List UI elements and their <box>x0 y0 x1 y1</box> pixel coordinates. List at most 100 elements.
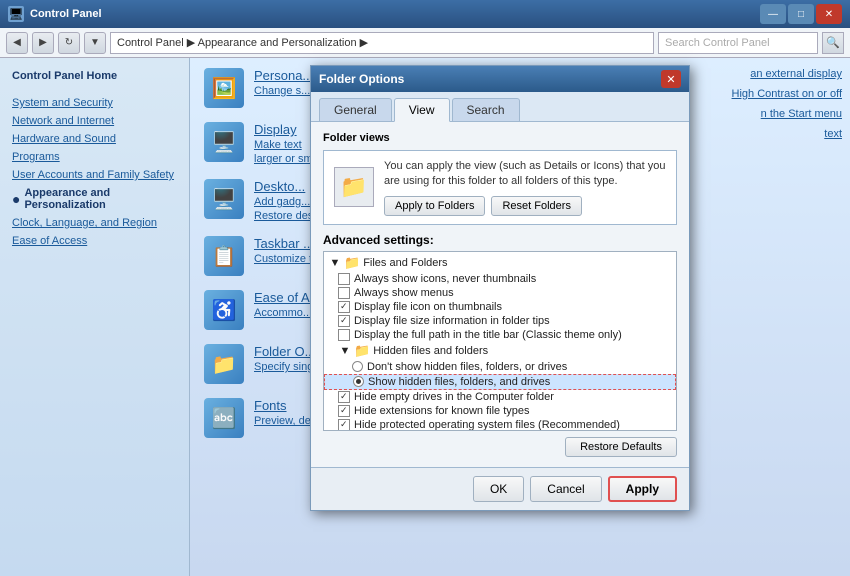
label-hide-extensions: Hide extensions for known file types <box>354 405 529 417</box>
window-controls: — □ ✕ <box>760 4 842 24</box>
right-link-desktop[interactable]: High Contrast on or off <box>732 88 842 100</box>
folder-views-description: You can apply the view (such as Details … <box>384 159 666 190</box>
fonts-icon: 🔤 <box>204 398 244 438</box>
label-file-size-info: Display file size information in folder … <box>354 315 550 327</box>
dialog-body: Folder views 📁 You can apply the view (s… <box>311 122 689 467</box>
radio-dont-show-hidden[interactable] <box>352 361 363 372</box>
tree-item-files-folders: ▼ 📁 Files and Folders <box>324 254 676 272</box>
sidebar-item-hardware-sound[interactable]: Hardware and Sound <box>0 130 189 148</box>
tree-item-dont-show-hidden: Don't show hidden files, folders, or dri… <box>324 360 676 374</box>
advanced-settings-tree[interactable]: ▼ 📁 Files and Folders Always show icons,… <box>323 251 677 431</box>
tree-item-full-path: Display the full path in the title bar (… <box>324 328 676 342</box>
tree-item-hidden-header: ▼ 📁 Hidden files and folders <box>324 342 676 360</box>
display-icon: 🖥️ <box>204 122 244 162</box>
sidebar-item-appearance-label: Appearance and Personalization <box>24 187 177 211</box>
radio-show-hidden[interactable] <box>353 376 364 387</box>
advanced-settings-label: Advanced settings: <box>323 233 677 247</box>
personalization-sub1[interactable]: Change s... <box>254 85 313 97</box>
label-full-path: Display the full path in the title bar (… <box>354 329 622 341</box>
recent-button[interactable]: ▼ <box>84 32 106 54</box>
taskbar-icon: 📋 <box>204 236 244 276</box>
back-button[interactable]: ◀ <box>6 32 28 54</box>
checkbox-file-size-info[interactable] <box>338 315 350 327</box>
folder-icon-hidden: 📁 <box>354 343 370 359</box>
main-window: 🖥 Control Panel — □ ✕ ◀ ▶ ↻ ▼ Control Pa… <box>0 0 850 576</box>
right-links: an external display High Contrast on or … <box>732 68 842 140</box>
label-hide-protected: Hide protected operating system files (R… <box>354 419 620 431</box>
checkbox-hide-protected[interactable] <box>338 419 350 431</box>
tree-item-always-icons: Always show icons, never thumbnails <box>324 272 676 286</box>
refresh-button[interactable]: ↻ <box>58 32 80 54</box>
address-path[interactable]: Control Panel ▶ Appearance and Personali… <box>110 32 654 54</box>
tree-item-show-hidden: Show hidden files, folders, and drives <box>324 374 676 390</box>
sidebar-item-user-accounts[interactable]: User Accounts and Family Safety <box>0 166 189 184</box>
search-placeholder: Search Control Panel <box>665 37 770 49</box>
right-link-display[interactable]: an external display <box>732 68 842 80</box>
personalization-icon: 🖼️ <box>204 68 244 108</box>
reset-folders-button[interactable]: Reset Folders <box>491 196 581 216</box>
personalization-title[interactable]: Persona... <box>254 68 313 83</box>
apply-to-folders-button[interactable]: Apply to Folders <box>384 196 485 216</box>
checkbox-full-path[interactable] <box>338 329 350 341</box>
address-path-text: Control Panel ▶ Appearance and Personali… <box>117 36 368 49</box>
folder-views-content: You can apply the view (such as Details … <box>384 159 666 216</box>
checkbox-file-icon-thumbnails[interactable] <box>338 301 350 313</box>
title-bar-left: 🖥 Control Panel <box>8 6 102 22</box>
checkbox-always-icons[interactable] <box>338 273 350 285</box>
tree-item-file-icon-thumbnails: Display file icon on thumbnails <box>324 300 676 314</box>
expand-hidden-icon[interactable]: ▼ <box>338 344 352 358</box>
desktop-icon: 🖥️ <box>204 179 244 219</box>
folder-options-dialog: Folder Options ✕ General View Search Fol… <box>310 65 690 511</box>
maximize-button[interactable]: □ <box>788 4 814 24</box>
search-button[interactable]: 🔍 <box>822 32 844 54</box>
window-title: Control Panel <box>30 8 102 20</box>
label-hidden-header: Hidden files and folders <box>373 345 488 357</box>
sidebar-item-system-security[interactable]: System and Security <box>0 94 189 112</box>
tab-general[interactable]: General <box>319 98 392 121</box>
sidebar-home[interactable]: Control Panel Home <box>0 66 189 86</box>
tab-search[interactable]: Search <box>452 98 520 121</box>
expand-icon[interactable]: ▼ <box>328 256 342 270</box>
checkbox-hide-empty-drives[interactable] <box>338 391 350 403</box>
checkbox-hide-extensions[interactable] <box>338 405 350 417</box>
sidebar-item-network-internet[interactable]: Network and Internet <box>0 112 189 130</box>
search-box[interactable]: Search Control Panel <box>658 32 818 54</box>
active-bullet: ● <box>12 191 20 207</box>
right-link-taskbar[interactable]: n the Start menu <box>732 108 842 120</box>
sidebar-item-ease[interactable]: Ease of Access <box>0 232 189 250</box>
tree-item-file-size-info: Display file size information in folder … <box>324 314 676 328</box>
restore-defaults-button[interactable]: Restore Defaults <box>565 437 677 457</box>
label-file-icon-thumbnails: Display file icon on thumbnails <box>354 301 502 313</box>
label-always-menus: Always show menus <box>354 287 454 299</box>
folder-views-label: Folder views <box>323 132 677 144</box>
dialog-title-bar: Folder Options ✕ <box>311 66 689 92</box>
tree-item-hide-empty-drives: Hide empty drives in the Computer folder <box>324 390 676 404</box>
tab-view[interactable]: View <box>394 98 450 122</box>
cancel-button[interactable]: Cancel <box>530 476 601 502</box>
right-link-ease[interactable]: text <box>732 128 842 140</box>
dialog-title: Folder Options <box>319 72 404 86</box>
forward-button[interactable]: ▶ <box>32 32 54 54</box>
sidebar-item-clock-language[interactable]: Clock, Language, and Region <box>0 214 189 232</box>
ok-button[interactable]: OK <box>473 476 524 502</box>
sidebar-item-appearance[interactable]: ● Appearance and Personalization <box>0 184 189 214</box>
sidebar-item-programs[interactable]: Programs <box>0 148 189 166</box>
label-show-hidden: Show hidden files, folders, and drives <box>368 376 550 388</box>
window-icon: 🖥 <box>8 6 24 22</box>
title-bar: 🖥 Control Panel — □ ✕ <box>0 0 850 28</box>
label-always-icons: Always show icons, never thumbnails <box>354 273 536 285</box>
restore-defaults-row: Restore Defaults <box>323 437 677 457</box>
close-window-button[interactable]: ✕ <box>816 4 842 24</box>
dialog-close-button[interactable]: ✕ <box>661 70 681 88</box>
checkbox-always-menus[interactable] <box>338 287 350 299</box>
address-bar: ◀ ▶ ↻ ▼ Control Panel ▶ Appearance and P… <box>0 28 850 58</box>
minimize-button[interactable]: — <box>760 4 786 24</box>
tree-label-files-folders: Files and Folders <box>363 257 447 269</box>
dialog-tabs: General View Search <box>311 92 689 122</box>
folder-views-icon: 📁 <box>334 167 374 207</box>
personalization-text: Persona... Change s... <box>254 68 313 97</box>
folder-views-box: 📁 You can apply the view (such as Detail… <box>323 150 677 225</box>
sidebar: Control Panel Home System and Security N… <box>0 58 190 576</box>
apply-button[interactable]: Apply <box>608 476 677 502</box>
label-hide-empty-drives: Hide empty drives in the Computer folder <box>354 391 554 403</box>
